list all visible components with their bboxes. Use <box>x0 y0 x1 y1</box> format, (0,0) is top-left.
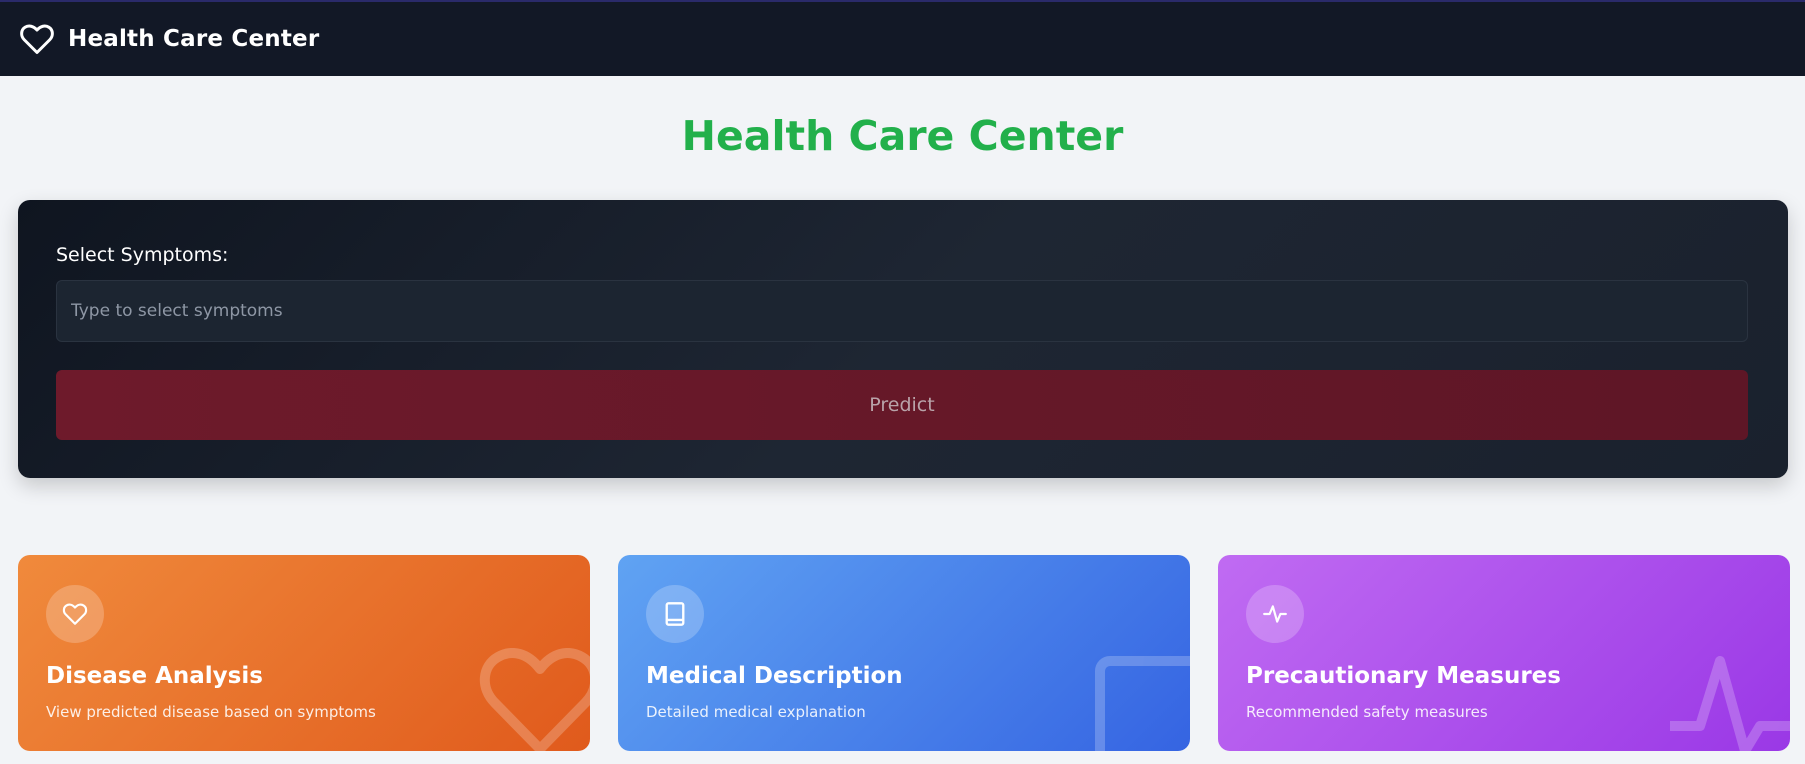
precautionary-measures-card[interactable]: Precautionary Measures Recommended safet… <box>1218 555 1790 751</box>
navbar: Health Care Center <box>0 0 1805 76</box>
symptom-form-panel: Select Symptoms: Predict <box>18 200 1788 478</box>
predict-button[interactable]: Predict <box>56 370 1748 440</box>
activity-watermark-icon <box>1670 656 1790 751</box>
symptoms-label: Select Symptoms: <box>56 244 229 266</box>
symptoms-input[interactable] <box>56 280 1748 342</box>
book-icon <box>646 585 704 643</box>
heart-icon <box>46 585 104 643</box>
card-subtitle: View predicted disease based on symptoms <box>46 703 376 721</box>
heart-watermark-icon <box>479 648 590 751</box>
card-title: Medical Description <box>646 663 903 689</box>
card-subtitle: Detailed medical explanation <box>646 703 866 721</box>
page-title: Health Care Center <box>681 112 1124 160</box>
book-watermark-icon <box>1095 656 1190 751</box>
card-title: Disease Analysis <box>46 663 263 689</box>
disease-analysis-card[interactable]: Disease Analysis View predicted disease … <box>18 555 590 751</box>
heart-outline-icon[interactable] <box>18 20 56 58</box>
card-title: Precautionary Measures <box>1246 663 1561 689</box>
card-subtitle: Recommended safety measures <box>1246 703 1488 721</box>
activity-icon <box>1246 585 1304 643</box>
brand-name[interactable]: Health Care Center <box>68 26 319 52</box>
medical-description-card[interactable]: Medical Description Detailed medical exp… <box>618 555 1190 751</box>
